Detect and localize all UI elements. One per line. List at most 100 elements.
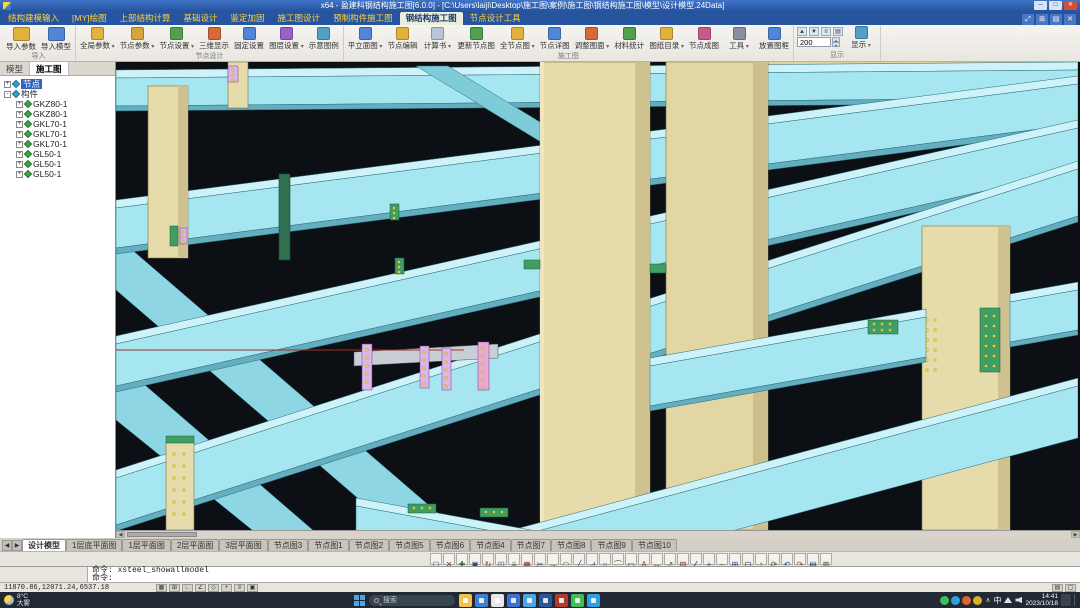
ribbon-button[interactable]: 更新节点图 (455, 26, 497, 50)
tray-app-icon[interactable] (962, 595, 972, 605)
ribbon-button[interactable]: 全局参数 (78, 26, 117, 52)
ribbon-button[interactable]: 调整图面 (573, 26, 612, 52)
model-viewport-canvas[interactable] (116, 62, 1078, 530)
command-window[interactable]: 命令: xsteel_showallmodel 命令: (0, 566, 1080, 583)
draw-tool-button[interactable]: ╱ (573, 553, 585, 569)
draw-tool-button[interactable]: ▢ (430, 553, 442, 569)
ribbon-button[interactable]: 全节点图 (498, 26, 537, 52)
ribbon-button[interactable]: 固定设置 (232, 26, 266, 50)
ribbon-button[interactable]: 图层设置 (267, 26, 306, 52)
show-desktop-button[interactable] (1074, 594, 1076, 606)
panel-tab[interactable]: 施工图 (30, 62, 69, 75)
tree-item[interactable]: - 构件 (0, 89, 115, 99)
display-mini-icon[interactable]: ▲ (797, 27, 807, 36)
taskbar-app-icon[interactable] (475, 593, 488, 607)
menu-tab[interactable]: 施工图设计 (272, 12, 327, 25)
status-toggle-button[interactable]: ∠ (195, 583, 206, 592)
tree-item[interactable]: + GKL70-1 (0, 129, 115, 139)
tree-item[interactable]: + GL50-1 (0, 149, 115, 159)
sheet-tab[interactable]: 节点图7 (510, 539, 551, 551)
tree-item[interactable]: + GKZ80-1 (0, 99, 115, 109)
taskbar-clock[interactable]: 14:41 2023/10/18 (1025, 593, 1058, 607)
sheet-tab[interactable]: 节点图3 (267, 539, 309, 551)
sheet-tab[interactable]: 3层平面图 (219, 539, 268, 551)
sheet-tab[interactable]: 节点图1 (308, 539, 349, 551)
draw-tool-button[interactable]: ▤ (807, 553, 819, 569)
menu-tab[interactable]: [MY]绘图 (66, 12, 112, 25)
scrollbar-track[interactable] (125, 531, 1071, 539)
tray-chevron-icon[interactable]: ∧ (985, 596, 990, 604)
status-toggle-button[interactable]: + (221, 583, 232, 592)
scale-spinner[interactable]: ▴ ▾ (832, 37, 840, 48)
tree-expander-icon[interactable]: + (16, 130, 23, 138)
tree-expander-icon[interactable]: + (16, 170, 23, 178)
draw-tool-button[interactable]: ✕ (443, 553, 455, 569)
menu-tab[interactable]: 鉴定加固 (225, 12, 271, 25)
sheet-tab[interactable]: 节点图2 (348, 539, 390, 551)
scroll-left-icon[interactable]: ◀ (116, 531, 125, 538)
tree-expander-icon[interactable]: + (16, 110, 23, 118)
draw-tool-button[interactable]: ↔ (651, 553, 663, 569)
ribbon-button[interactable]: 三维显示 (197, 26, 231, 50)
panel-tab[interactable]: 模型 (0, 62, 31, 75)
quick-icon[interactable]: ▤ (1050, 14, 1062, 25)
status-right-icon[interactable]: ▢ (1065, 583, 1076, 592)
start-button[interactable] (354, 594, 365, 606)
taskbar-app-icon[interactable] (539, 593, 552, 607)
window-control-button[interactable]: □ (1049, 1, 1062, 10)
draw-tool-button[interactable]: ▣ (469, 553, 481, 569)
sheet-tab[interactable]: 1层平面图 (122, 539, 171, 551)
draw-tool-button[interactable]: ⟳ (768, 553, 780, 569)
ime-indicator[interactable]: 中 (993, 595, 1001, 606)
draw-tool-button[interactable]: ✚ (456, 553, 468, 569)
draw-tool-button[interactable]: − (716, 553, 728, 569)
menu-tab[interactable]: 上部结构计算 (114, 12, 177, 25)
tree-expander-icon[interactable]: + (16, 160, 23, 168)
status-toggle-button[interactable]: ▣ (247, 583, 258, 592)
taskbar-app-icon[interactable] (459, 593, 472, 607)
menu-tab[interactable]: 钢结构施工图 (399, 12, 463, 25)
draw-tool-button[interactable]: + (703, 553, 715, 569)
draw-tool-button[interactable]: ⌒ (612, 553, 624, 569)
command-prompt[interactable]: 命令: (92, 575, 1076, 583)
horizontal-scrollbar[interactable]: ◀ ▶ (116, 530, 1080, 538)
ribbon-button[interactable]: 导入参数 (4, 26, 38, 51)
volume-icon[interactable] (1015, 596, 1023, 604)
tree-expander-icon[interactable]: + (16, 140, 23, 148)
notification-center-icon[interactable] (1061, 594, 1071, 606)
sheet-tab[interactable]: 节点图8 (550, 539, 592, 551)
scroll-right-icon[interactable]: ▶ (1071, 531, 1080, 538)
draw-tool-button[interactable]: ○ (599, 553, 611, 569)
draw-tool-button[interactable]: ▦ (521, 553, 533, 569)
tray-app-icon[interactable] (940, 595, 950, 605)
window-control-button[interactable]: ─ (1034, 1, 1047, 10)
draw-tool-button[interactable]: ↗ (664, 553, 676, 569)
taskbar-search[interactable]: 搜索 (369, 594, 455, 606)
draw-tool-button[interactable]: ◠ (560, 553, 572, 569)
draw-tool-button[interactable]: ◿ (586, 553, 598, 569)
ribbon-button[interactable]: 示意图例 (307, 26, 341, 50)
ribbon-button[interactable]: 导入模型 (39, 26, 73, 51)
taskbar-app-icon[interactable] (523, 593, 536, 607)
menu-tab[interactable]: 预制构件施工图 (327, 12, 399, 25)
menu-tab[interactable]: 基础设计 (178, 12, 224, 25)
display-mini-icon[interactable]: ≡ (821, 27, 831, 36)
sheet-tab[interactable]: 节点图5 (389, 539, 430, 551)
display-toggle-button[interactable]: 显示 (844, 26, 878, 51)
draw-tool-button[interactable]: ▥ (820, 553, 832, 569)
taskbar-weather[interactable]: 8°C 大雾 (4, 593, 30, 607)
draw-tool-button[interactable]: ≡ (508, 553, 520, 569)
sheet-tab[interactable]: 2层平面图 (170, 539, 220, 551)
draw-tool-button[interactable]: ▨ (677, 553, 689, 569)
status-right-icon[interactable]: ▤ (1052, 583, 1063, 592)
taskbar-app-icon[interactable] (507, 593, 520, 607)
draw-tool-button[interactable]: ▭ (625, 553, 637, 569)
quick-icon[interactable]: ⊞ (1036, 14, 1048, 25)
draw-tool-button[interactable]: ∠ (690, 553, 702, 569)
quick-icon[interactable]: ✕ (1064, 14, 1076, 25)
sheet-tab[interactable]: 节点图6 (429, 539, 471, 551)
tree-item[interactable]: + 节点 (0, 79, 115, 89)
tree-expander-icon[interactable]: - (4, 90, 11, 98)
sheet-nav-right-icon[interactable]: ▶ (12, 540, 22, 551)
taskbar-app-icon[interactable] (587, 593, 600, 607)
